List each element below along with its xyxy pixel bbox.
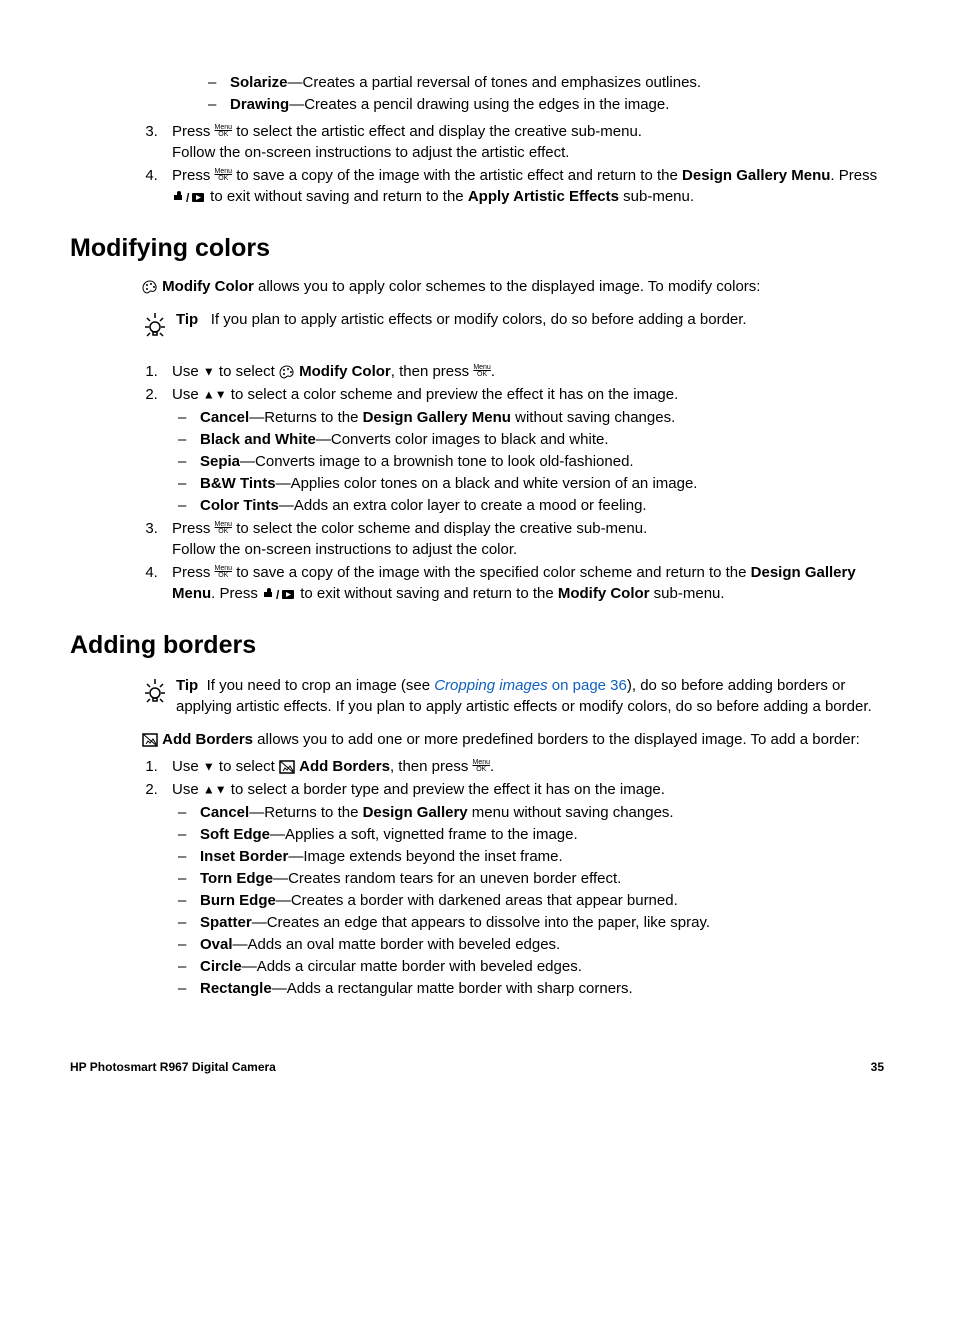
step-2: Use ▲▼ to select a border type and previ… bbox=[162, 779, 884, 999]
lightbulb-icon bbox=[142, 677, 170, 715]
page-number: 35 bbox=[871, 1059, 884, 1076]
footer-title: HP Photosmart R967 Digital Camera bbox=[70, 1059, 276, 1076]
page-footer: HP Photosmart R967 Digital Camera 35 bbox=[70, 1059, 884, 1076]
step-1: Use ▼ to select Modify Color, then press… bbox=[162, 361, 884, 382]
artistic-effects-steps: Press MenuOK to select the artistic effe… bbox=[142, 121, 884, 207]
list-item: Oval—Adds an oval matte border with beve… bbox=[200, 934, 884, 955]
palette-icon bbox=[279, 363, 295, 380]
list-item: Drawing—Creates a pencil drawing using t… bbox=[230, 94, 884, 115]
add-borders-steps: Use ▼ to select Add Borders, then press … bbox=[142, 756, 884, 999]
list-item: Torn Edge—Creates random tears for an un… bbox=[200, 868, 884, 889]
up-down-arrow-icon: ▲▼ bbox=[203, 386, 227, 403]
menu-ok-icon: MenuOK bbox=[215, 168, 233, 182]
list-item: Black and White—Converts color images to… bbox=[200, 429, 884, 450]
palette-icon bbox=[142, 278, 158, 295]
menu-ok-icon: MenuOK bbox=[215, 124, 233, 138]
camera-playback-icon: / bbox=[172, 188, 206, 205]
up-down-arrow-icon: ▲▼ bbox=[203, 781, 227, 798]
menu-ok-icon: MenuOK bbox=[215, 565, 233, 579]
border-icon bbox=[142, 731, 158, 748]
color-schemes-list: Cancel—Returns to the Design Gallery Men… bbox=[172, 407, 884, 516]
modifying-colors-heading: Modifying colors bbox=[70, 231, 884, 266]
modify-color-steps: Use ▼ to select Modify Color, then press… bbox=[142, 361, 884, 604]
down-arrow-icon: ▼ bbox=[203, 760, 215, 774]
step-4: Press MenuOK to save a copy of the image… bbox=[162, 165, 884, 207]
tip-box: Tip If you need to crop an image (see Cr… bbox=[142, 675, 884, 717]
list-item: Inset Border—Image extends beyond the in… bbox=[200, 846, 884, 867]
step-3: Press MenuOK to select the color scheme … bbox=[162, 518, 884, 560]
top-continuing-section: Solarize—Creates a partial reversal of t… bbox=[142, 72, 884, 207]
svg-text:/: / bbox=[186, 191, 190, 203]
list-item: B&W Tints—Applies color tones on a black… bbox=[200, 473, 884, 494]
svg-text:/: / bbox=[276, 588, 280, 600]
tip-text: Tip If you need to crop an image (see Cr… bbox=[176, 675, 884, 717]
menu-ok-icon: MenuOK bbox=[473, 759, 491, 773]
list-item: Cancel—Returns to the Design Gallery Men… bbox=[200, 407, 884, 428]
add-borders-intro: Add Borders allows you to add one or mor… bbox=[142, 729, 884, 750]
list-item: Color Tints—Adds an extra color layer to… bbox=[200, 495, 884, 516]
tip-text: Tip If you plan to apply artistic effect… bbox=[176, 309, 884, 330]
list-item: Soft Edge—Applies a soft, vignetted fram… bbox=[200, 824, 884, 845]
list-item: Cancel—Returns to the Design Gallery men… bbox=[200, 802, 884, 823]
artistic-effects-sublist: Solarize—Creates a partial reversal of t… bbox=[202, 72, 884, 115]
border-icon bbox=[279, 758, 295, 775]
list-item: Burn Edge—Creates a border with darkened… bbox=[200, 890, 884, 911]
step-3: Press MenuOK to select the artistic effe… bbox=[162, 121, 884, 163]
camera-playback-icon: / bbox=[262, 585, 296, 602]
menu-ok-icon: MenuOK bbox=[215, 521, 233, 535]
list-item: Solarize—Creates a partial reversal of t… bbox=[230, 72, 884, 93]
lightbulb-icon bbox=[142, 311, 170, 349]
border-types-list: Cancel—Returns to the Design Gallery men… bbox=[172, 802, 884, 999]
list-item: Circle—Adds a circular matte border with… bbox=[200, 956, 884, 977]
list-item: Rectangle—Adds a rectangular matte borde… bbox=[200, 978, 884, 999]
tip-box: Tip If you plan to apply artistic effect… bbox=[142, 309, 884, 349]
down-arrow-icon: ▼ bbox=[203, 365, 215, 379]
cropping-images-link[interactable]: Cropping images on page 36 bbox=[434, 677, 627, 694]
modify-color-intro: Modify Color allows you to apply color s… bbox=[142, 276, 884, 297]
list-item: Sepia—Converts image to a brownish tone … bbox=[200, 451, 884, 472]
menu-ok-icon: MenuOK bbox=[473, 364, 491, 378]
list-item: Spatter—Creates an edge that appears to … bbox=[200, 912, 884, 933]
adding-borders-heading: Adding borders bbox=[70, 628, 884, 663]
step-4: Press MenuOK to save a copy of the image… bbox=[162, 562, 884, 604]
step-2: Use ▲▼ to select a color scheme and prev… bbox=[162, 384, 884, 516]
step-1: Use ▼ to select Add Borders, then press … bbox=[162, 756, 884, 777]
